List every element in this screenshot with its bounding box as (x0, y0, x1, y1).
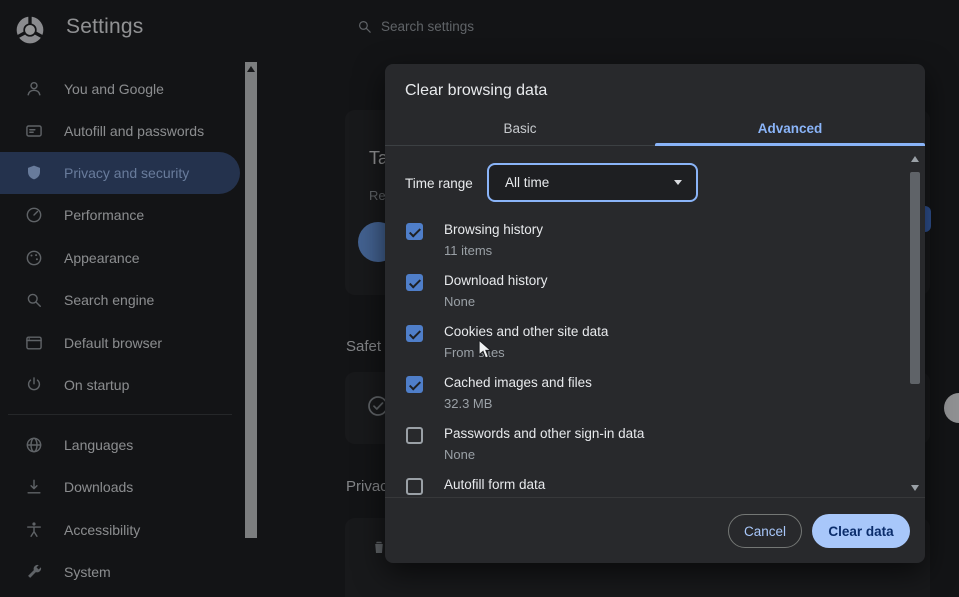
time-range-label: Time range (405, 176, 473, 191)
chevron-down-icon (674, 180, 682, 185)
download-history-checkbox[interactable] (406, 274, 423, 291)
active-tab-underline (655, 143, 925, 146)
row-cookies[interactable]: Cookies and other site data From sites (385, 316, 907, 367)
cancel-button[interactable]: Cancel (728, 514, 802, 548)
dialog-footer: Cancel Clear data (385, 497, 925, 563)
row-detail: From sites (444, 345, 505, 360)
autofill-form-data-checkbox[interactable] (406, 478, 423, 495)
dialog-scrollbar[interactable] (909, 154, 922, 493)
row-label: Browsing history (444, 222, 544, 237)
cookies-checkbox[interactable] (406, 325, 423, 342)
row-detail: 11 items (444, 243, 493, 258)
tab-basic[interactable]: Basic (385, 116, 655, 145)
dialog-title: Clear browsing data (405, 82, 548, 99)
scroll-down-arrow-icon[interactable] (911, 485, 919, 491)
time-range-select[interactable]: All time (487, 163, 698, 202)
row-label: Cookies and other site data (444, 324, 609, 339)
scroll-up-arrow-icon[interactable] (911, 156, 919, 162)
row-cached-images[interactable]: Cached images and files 32.3 MB (385, 367, 907, 418)
cached-images-checkbox[interactable] (406, 376, 423, 393)
passwords-checkbox[interactable] (406, 427, 423, 444)
clear-data-button[interactable]: Clear data (812, 514, 910, 548)
row-detail: None (444, 294, 476, 309)
row-passwords[interactable]: Passwords and other sign-in data None (385, 418, 907, 469)
scrollbar-thumb[interactable] (910, 172, 920, 384)
tab-advanced[interactable]: Advanced (655, 116, 925, 145)
data-type-list: Browsing history 11 items Download histo… (385, 214, 907, 497)
row-label: Passwords and other sign-in data (444, 426, 645, 441)
clear-browsing-data-dialog: Clear browsing data Basic Advanced Time … (385, 64, 925, 563)
row-label: Autofill form data (444, 477, 546, 492)
row-label: Cached images and files (444, 375, 592, 390)
row-label: Download history (444, 273, 548, 288)
row-download-history[interactable]: Download history None (385, 265, 907, 316)
time-range-value: All time (505, 175, 550, 190)
browsing-history-checkbox[interactable] (406, 223, 423, 240)
row-detail: None (444, 447, 476, 462)
row-browsing-history[interactable]: Browsing history 11 items (385, 214, 907, 265)
mouse-cursor (478, 339, 493, 359)
row-detail: 32.3 MB (444, 396, 493, 411)
row-autofill-form-data[interactable]: Autofill form data (385, 469, 907, 497)
